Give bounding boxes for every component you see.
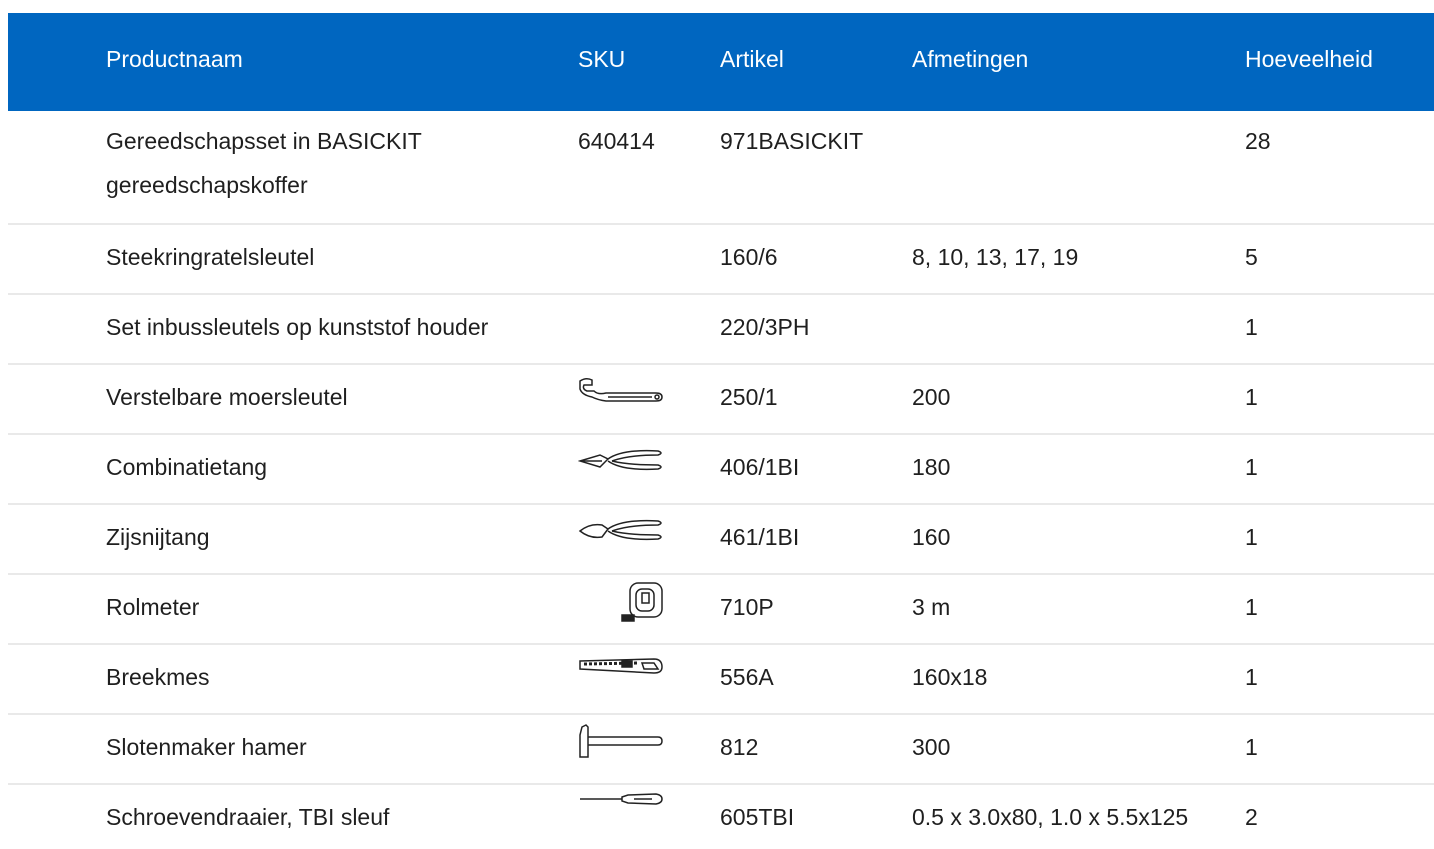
dimensions-cell: 0.5 x 3.0x80, 1.0 x 5.5x125 <box>912 804 1189 830</box>
quantity-cell: 1 <box>1245 594 1258 620</box>
table-row: Gereedschapsset in BASICKIT gereedschaps… <box>8 111 1434 225</box>
table-header: Productnaam SKU Artikel Afmetingen Hoeve… <box>8 13 1434 111</box>
header-article: Artikel <box>720 46 784 72</box>
quantity-cell: 5 <box>1245 244 1258 270</box>
hammer-icon <box>578 723 664 759</box>
article-cell: 250/1 <box>720 384 778 410</box>
dimensions-cell: 180 <box>912 454 951 480</box>
sku-cell: 640414 <box>578 128 655 154</box>
article-cell: 556A <box>720 664 774 690</box>
product-table: Productnaam SKU Artikel Afmetingen Hoeve… <box>8 13 1434 849</box>
utility-knife-icon <box>578 651 664 687</box>
article-cell: 971BASICKIT <box>720 128 864 154</box>
header-product-name: Productnaam <box>106 46 243 72</box>
table-row: Slotenmaker hamer 812 300 1 <box>8 715 1434 785</box>
product-name-cell: Rolmeter <box>106 594 200 620</box>
product-name-cell: Zijsnijtang <box>106 524 210 550</box>
table-row: Combinatietang 406/1BI 180 1 <box>8 435 1434 505</box>
combination-pliers-icon <box>578 443 664 479</box>
table-row: Rolmeter 710P 3 m 1 <box>8 575 1434 645</box>
article-cell: 605TBI <box>720 804 795 830</box>
quantity-cell: 1 <box>1245 384 1258 410</box>
quantity-cell: 1 <box>1245 454 1258 480</box>
tape-measure-icon <box>578 579 664 623</box>
article-cell: 220/3PH <box>720 314 810 340</box>
product-name-line: gereedschapskoffer <box>106 172 308 198</box>
article-cell: 461/1BI <box>720 524 800 550</box>
table-row: Zijsnijtang 461/1BI 160 1 <box>8 505 1434 575</box>
dimensions-cell: 8, 10, 13, 17, 19 <box>912 244 1079 270</box>
table-row: Schroevendraaier, TBI sleuf 605TBI 0.5 x… <box>8 785 1434 849</box>
article-cell: 406/1BI <box>720 454 800 480</box>
product-name-cell: Steekringratelsleutel <box>106 244 315 270</box>
table-row: Breekmes 556A 160x18 1 <box>8 645 1434 715</box>
quantity-cell: 1 <box>1245 314 1258 340</box>
product-name-cell: Schroevendraaier, TBI sleuf <box>106 804 390 830</box>
table-row: Set inbussleutels op kunststof houder 22… <box>8 295 1434 365</box>
header-dimensions: Afmetingen <box>912 46 1029 72</box>
article-cell: 160/6 <box>720 244 778 270</box>
quantity-cell: 2 <box>1245 804 1258 830</box>
product-name-cell: Slotenmaker hamer <box>106 734 307 760</box>
dimensions-cell: 160 <box>912 524 951 550</box>
adjustable-wrench-icon <box>578 373 664 409</box>
quantity-cell: 28 <box>1245 128 1271 154</box>
product-name-cell: Combinatietang <box>106 454 268 480</box>
product-name-cell: Breekmes <box>106 664 210 690</box>
quantity-cell: 1 <box>1245 734 1258 760</box>
article-cell: 812 <box>720 734 759 760</box>
article-cell: 710P <box>720 594 774 620</box>
dimensions-cell: 3 m <box>912 594 951 620</box>
side-cutter-icon <box>578 513 664 549</box>
quantity-cell: 1 <box>1245 664 1258 690</box>
product-name-cell: Gereedschapsset in BASICKIT gereedschaps… <box>106 119 566 207</box>
table-row: Steekringratelsleutel 160/6 8, 10, 13, 1… <box>8 225 1434 295</box>
dimensions-cell: 300 <box>912 734 951 760</box>
product-name-cell: Verstelbare moersleutel <box>106 384 348 410</box>
header-quantity: Hoeveelheid <box>1245 46 1373 72</box>
screwdriver-icon <box>578 787 664 811</box>
header-sku: SKU <box>578 46 626 72</box>
product-name-line: Gereedschapsset in BASICKIT <box>106 128 422 154</box>
quantity-cell: 1 <box>1245 524 1258 550</box>
table-row: Verstelbare moersleutel 250/1 200 1 <box>8 365 1434 435</box>
dimensions-cell: 160x18 <box>912 664 988 690</box>
product-name-cell: Set inbussleutels op kunststof houder <box>106 314 489 340</box>
dimensions-cell: 200 <box>912 384 951 410</box>
